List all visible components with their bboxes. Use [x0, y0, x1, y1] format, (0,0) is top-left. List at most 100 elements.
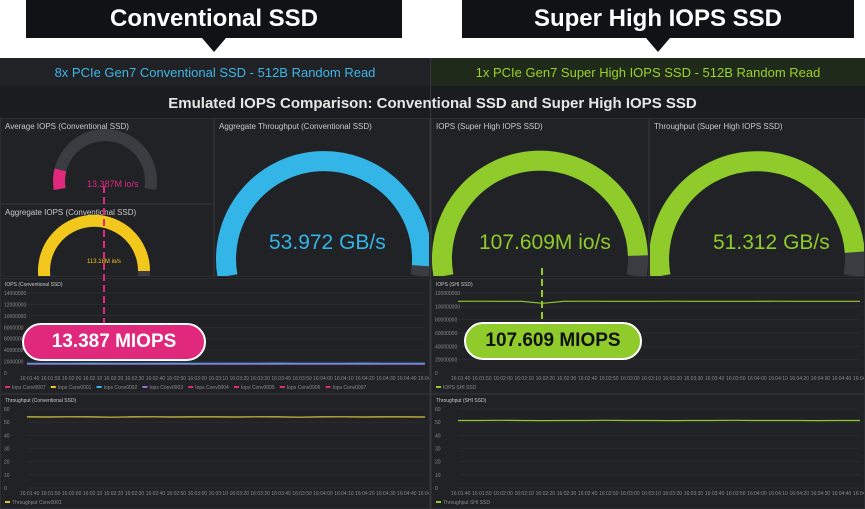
- x-tick-label: 16:04:50: [418, 491, 430, 497]
- y-tick-label: 60000000: [435, 331, 457, 337]
- dashboard: 8x PCIe Gen7 Conventional SSD - 512B Ran…: [0, 58, 865, 509]
- x-tick-label: 16:02:20: [536, 376, 556, 382]
- x-tick-label: 16:02:10: [83, 491, 103, 497]
- legend-label[interactable]: Iops Conv0005: [241, 385, 275, 391]
- y-tick-label: 20: [435, 460, 441, 466]
- legend-label[interactable]: Iops Conv0006: [287, 385, 321, 391]
- legend-label[interactable]: Iops Conv0002: [104, 385, 138, 391]
- x-tick-label: 16:04:30: [376, 491, 396, 497]
- x-tick-label: 16:01:50: [472, 376, 492, 382]
- panel-aggregate-throughput[interactable]: Aggregate Throughput (Conventional SSD) …: [214, 118, 430, 277]
- x-tick-label: 16:04:10: [768, 491, 788, 497]
- throughput-shi-chart: 010203040506016:01:40 16:01:50 16:02:00 16:…: [435, 407, 864, 506]
- x-tick-label: 16:02:50: [167, 491, 187, 497]
- legend-label[interactable]: Iops Conv0001: [58, 385, 92, 391]
- y-tick-label: 10: [435, 473, 441, 479]
- page-title: Emulated IOPS Comparison: Conventional S…: [168, 94, 697, 112]
- x-tick-label: 16:02:20: [536, 491, 556, 497]
- x-tick-label: 16:03:10: [641, 376, 661, 382]
- legend-swatch: [325, 386, 331, 388]
- gauge-fill: [216, 151, 429, 276]
- x-tick-label: 16:04:30: [811, 491, 831, 497]
- panel-throughput-shi-chart[interactable]: Throughput (SHI SSD) 0 10 20 30 40 50 60 16:01:…: [431, 394, 865, 509]
- x-tick-label: 16:02:20: [104, 376, 124, 382]
- panel-aggregate-iops[interactable]: Aggregate IOPS (Conventional SSD) 113.18…: [0, 204, 214, 277]
- x-tick-label: 16:03:30: [684, 376, 704, 382]
- x-tick-label: 16:02:10: [83, 376, 103, 382]
- x-tick-label: 16:04:20: [790, 376, 810, 382]
- throughput-conventional-chart: 010203040506016:01:40 16:01:50 16:02:00 16:…: [4, 407, 430, 506]
- x-tick-label: 16:02:30: [557, 376, 577, 382]
- y-tick-label: 50: [435, 420, 441, 426]
- gauge-value: 107.609M io/s: [479, 231, 611, 254]
- x-tick-label: 16:04:00: [747, 376, 767, 382]
- x-tick-label: 16:02:00: [493, 491, 513, 497]
- y-tick-label: 100000000: [435, 304, 460, 310]
- legend-swatch: [436, 386, 441, 388]
- x-tick-label: 16:04:20: [355, 491, 375, 497]
- x-tick-label: 16:03:20: [663, 376, 683, 382]
- legend-label[interactable]: Throughput Conv0001: [12, 500, 62, 506]
- gauge-value: 113.18M io/s: [87, 259, 121, 265]
- x-tick-label: 16:03:40: [271, 376, 291, 382]
- x-tick-label: 16:03:30: [250, 491, 270, 497]
- y-tick-label: 10: [4, 473, 10, 479]
- x-tick-label: 16:03:40: [705, 376, 725, 382]
- x-tick-label: 16:02:30: [557, 491, 577, 497]
- legend-swatch: [50, 386, 56, 388]
- y-tick-label: 0: [4, 371, 7, 377]
- callout-shi-label: Super High IOPS SSD: [533, 5, 783, 32]
- x-tick-label: 16:03:50: [292, 376, 312, 382]
- x-tick-label: 16:04:10: [334, 491, 354, 497]
- x-tick-label: 16:01:40: [451, 376, 471, 382]
- legend-swatch: [279, 386, 285, 388]
- legend-label[interactable]: Iops Conv0007: [12, 385, 46, 391]
- panel-average-iops[interactable]: Average IOPS (Conventional SSD) 13.387M …: [0, 118, 214, 204]
- x-tick-label: 16:02:00: [62, 491, 82, 497]
- y-tick-label: 60: [435, 407, 441, 413]
- x-tick-label: 16:02:40: [578, 376, 598, 382]
- y-tick-label: 2000000: [4, 360, 24, 366]
- panel-throughput-conventional-chart[interactable]: Throughput (Conventional SSD) 0 10 20 30 40 5…: [0, 394, 430, 509]
- gauge-fill: [53, 168, 67, 191]
- y-tick-label: 40: [435, 433, 441, 439]
- x-tick-label: 16:04:10: [334, 376, 354, 382]
- x-tick-label: 16:02:50: [599, 491, 619, 497]
- x-tick-label: 16:03:10: [209, 491, 229, 497]
- header-super-high-iops: 1x PCIe Gen7 Super High IOPS SSD - 512B …: [431, 58, 865, 86]
- miops-badge-shi: 107.609 MIOPS: [464, 322, 642, 360]
- legend-label[interactable]: IOPS SHI SSD: [443, 385, 477, 391]
- legend-swatch: [188, 386, 194, 388]
- legend-swatch: [5, 501, 10, 503]
- x-tick-label: 16:04:20: [790, 491, 810, 497]
- x-tick-label: 16:01:50: [41, 376, 61, 382]
- x-tick-label: 16:01:50: [472, 491, 492, 497]
- y-tick-label: 20000000: [435, 358, 457, 364]
- miops-badge-conventional: 13.387 MIOPS: [22, 323, 206, 361]
- legend-swatch: [436, 501, 441, 503]
- y-tick-label: 6000000: [4, 337, 24, 343]
- x-tick-label: 16:04:10: [768, 376, 788, 382]
- legend-label[interactable]: Iops Conv0007: [333, 385, 367, 391]
- x-tick-label: 16:04:30: [376, 376, 396, 382]
- y-tick-label: 40000000: [435, 344, 457, 350]
- legend-label[interactable]: Iops Conv0003: [149, 385, 183, 391]
- x-tick-label: 16:02:40: [578, 491, 598, 497]
- x-tick-label: 16:03:40: [705, 491, 725, 497]
- x-tick-label: 16:02:00: [493, 376, 513, 382]
- x-tick-label: 16:04:00: [747, 491, 767, 497]
- y-tick-label: 20: [4, 460, 10, 466]
- legend-label[interactable]: Iops Conv0004: [195, 385, 229, 391]
- x-tick-label: 16:04:40: [832, 491, 852, 497]
- gauge-fill: [38, 214, 151, 276]
- x-tick-label: 16:04:20: [355, 376, 375, 382]
- panel-iops-shi[interactable]: IOPS (Super High IOPS SSD) 107.609M io/s: [431, 118, 649, 277]
- x-tick-label: 16:01:40: [20, 491, 40, 497]
- panel-throughput-shi[interactable]: Throughput (Super High IOPS SSD) 51.312 …: [649, 118, 865, 277]
- y-tick-label: 40: [4, 433, 10, 439]
- legend-label[interactable]: Throughput SHI SSD: [443, 500, 490, 506]
- x-tick-label: 16:03:20: [663, 491, 683, 497]
- series-line: [457, 300, 860, 304]
- gauge-fill: [432, 150, 648, 276]
- x-tick-label: 16:03:50: [726, 491, 746, 497]
